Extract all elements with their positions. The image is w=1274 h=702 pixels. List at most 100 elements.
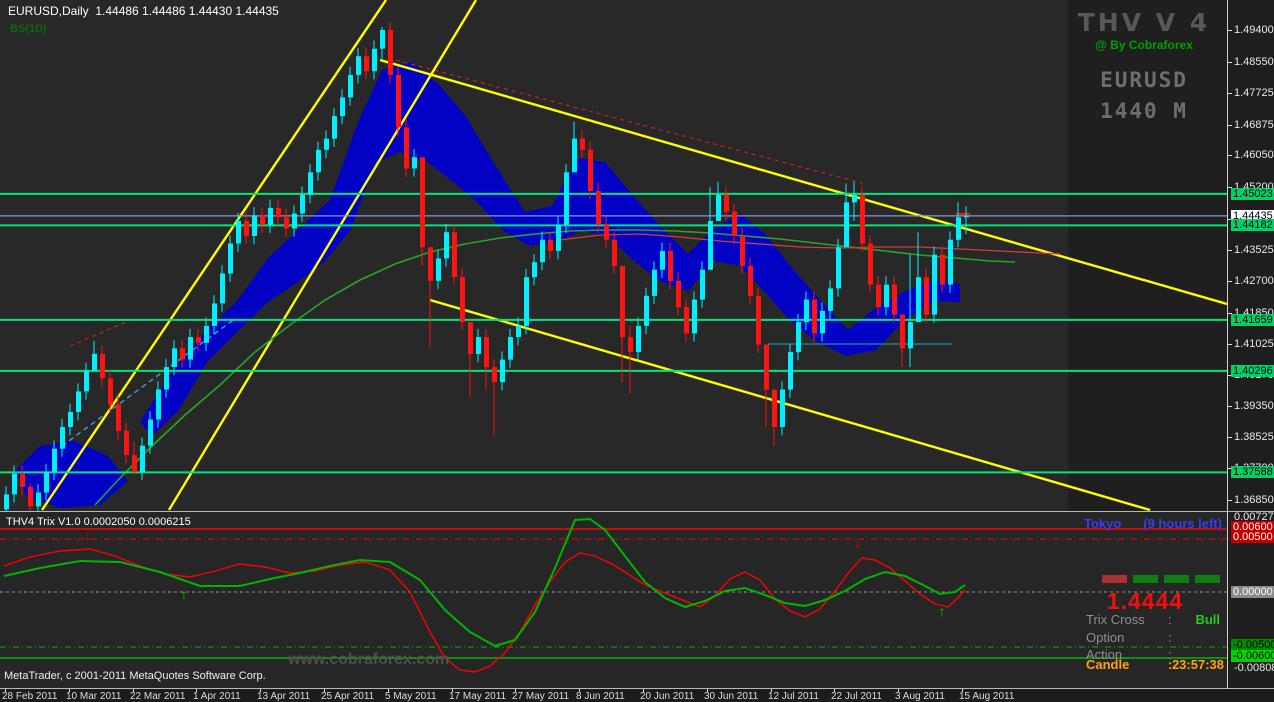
candle-body [28,487,33,507]
candle-body [244,221,249,236]
candle-body [332,116,337,139]
price-tick-label: 1.39350 [1234,400,1274,412]
candle-body [132,455,137,472]
price-tick-label: 1.41025 [1234,338,1274,350]
trix-indicator-svg: ↓↓↓↑↑ [0,512,1227,689]
candle-body [908,322,913,348]
candle-body [932,255,937,315]
price-tick-label: 1.47725 [1234,87,1274,99]
candle-body [652,270,657,296]
price-axis[interactable]: 1.494001.485501.477251.468751.460501.452… [1228,0,1274,688]
candle-body [604,225,609,240]
candle-body [844,202,849,247]
date-tick-label: 22 Jul 2011 [831,691,882,702]
candle-body [196,337,201,343]
price-tick-label: 1.43525 [1234,244,1274,256]
candle-body [44,472,49,493]
candle-body [924,277,929,315]
yellow-descending-channel-lower[interactable] [430,300,1150,510]
price-tick-label: 1.38525 [1234,431,1274,443]
candle-countdown-time: 23:57:38 [1172,657,1224,672]
trix-fast-line [4,549,965,672]
candle-body [428,247,433,281]
price-level-label: 1.37588 [1231,466,1274,478]
candle-body [412,157,417,168]
chart-title-ohlc: EURUSD,Daily 1.44486 1.44486 1.44430 1.4… [8,4,279,18]
candle-body [388,30,393,75]
candle-body [796,322,801,352]
candle-body [316,150,321,173]
date-tick-label: 10 Mar 2011 [66,691,121,702]
candle-body [292,214,297,229]
candle-body [4,494,9,509]
dashed-red-trendline-left[interactable] [70,318,136,346]
candle-body [148,420,153,446]
candle-body [404,127,409,168]
candle-body [364,56,369,71]
candle-body [700,270,705,300]
sell-arrow-icon: ↓ [855,534,862,550]
candle-body [748,266,753,296]
candle-body [380,30,385,49]
candle-body [156,390,161,420]
candle-body [636,326,641,352]
price-tick [1228,62,1232,63]
candle-body [660,251,665,270]
candle-body [212,303,217,326]
symbol-watermark: EURUSD [1068,68,1220,92]
thv-branding: THV V 4 @ By Cobraforex EURUSD 1440 M [1068,8,1220,123]
candle-body [716,195,721,221]
price-level-label: 1.40296 [1231,365,1274,377]
candle-body [788,352,793,390]
candle-body [348,75,353,98]
cobraforex-credit: @ By Cobraforex [1068,38,1220,52]
date-tick-label: 28 Feb 2011 [2,691,57,702]
price-tick [1228,344,1232,345]
price-tick [1228,406,1232,407]
candle-body [284,217,289,228]
candle-body [500,360,505,383]
price-tick-label: 1.46050 [1234,149,1274,161]
candle-body [460,277,465,322]
price-tick [1228,125,1232,126]
candle-body [948,240,953,285]
price-tick-label: 1.42700 [1234,275,1274,287]
candle-body [676,281,681,307]
candle-countdown-label: Candle [1086,657,1129,672]
price-level-label: 1.44182 [1231,219,1274,231]
price-tick [1228,437,1232,438]
price-tick-label: 1.36850 [1234,494,1274,506]
candle-body [100,354,105,378]
candle-body [252,215,257,236]
candle-body [756,296,761,345]
candle-body [588,150,593,191]
candle-body [468,322,473,354]
candle-body [340,97,345,116]
candle-body [540,240,545,263]
date-tick-label: 27 May 2011 [512,691,569,702]
candle-body [764,345,769,390]
date-tick-label: 20 Jun 2011 [640,691,694,702]
candle-body [532,262,537,277]
candle-body [836,247,841,288]
candle-body [324,139,329,150]
candle-body [276,208,281,217]
price-tick [1228,281,1232,282]
candle-body [692,300,697,334]
candle-body [860,195,865,244]
candle-body [92,354,97,371]
bs-indicator-label: BS(1D) [10,23,47,35]
date-tick-label: 13 Apr 2011 [257,691,310,702]
price-tick [1228,500,1232,501]
cobraforex-watermark: www.cobraforex.com [288,651,449,669]
candle-body [940,255,945,285]
candle-body [868,244,873,285]
date-tick-label: 8 Jun 2011 [576,691,625,702]
candle-body [236,221,241,244]
date-axis[interactable]: 28 Feb 201110 Mar 201122 Mar 20111 Apr 2… [0,689,1274,702]
candle-body [268,208,273,225]
candle-body [556,225,561,251]
candle-body [396,75,401,127]
candle-body [548,240,553,251]
candle-body [228,244,233,274]
